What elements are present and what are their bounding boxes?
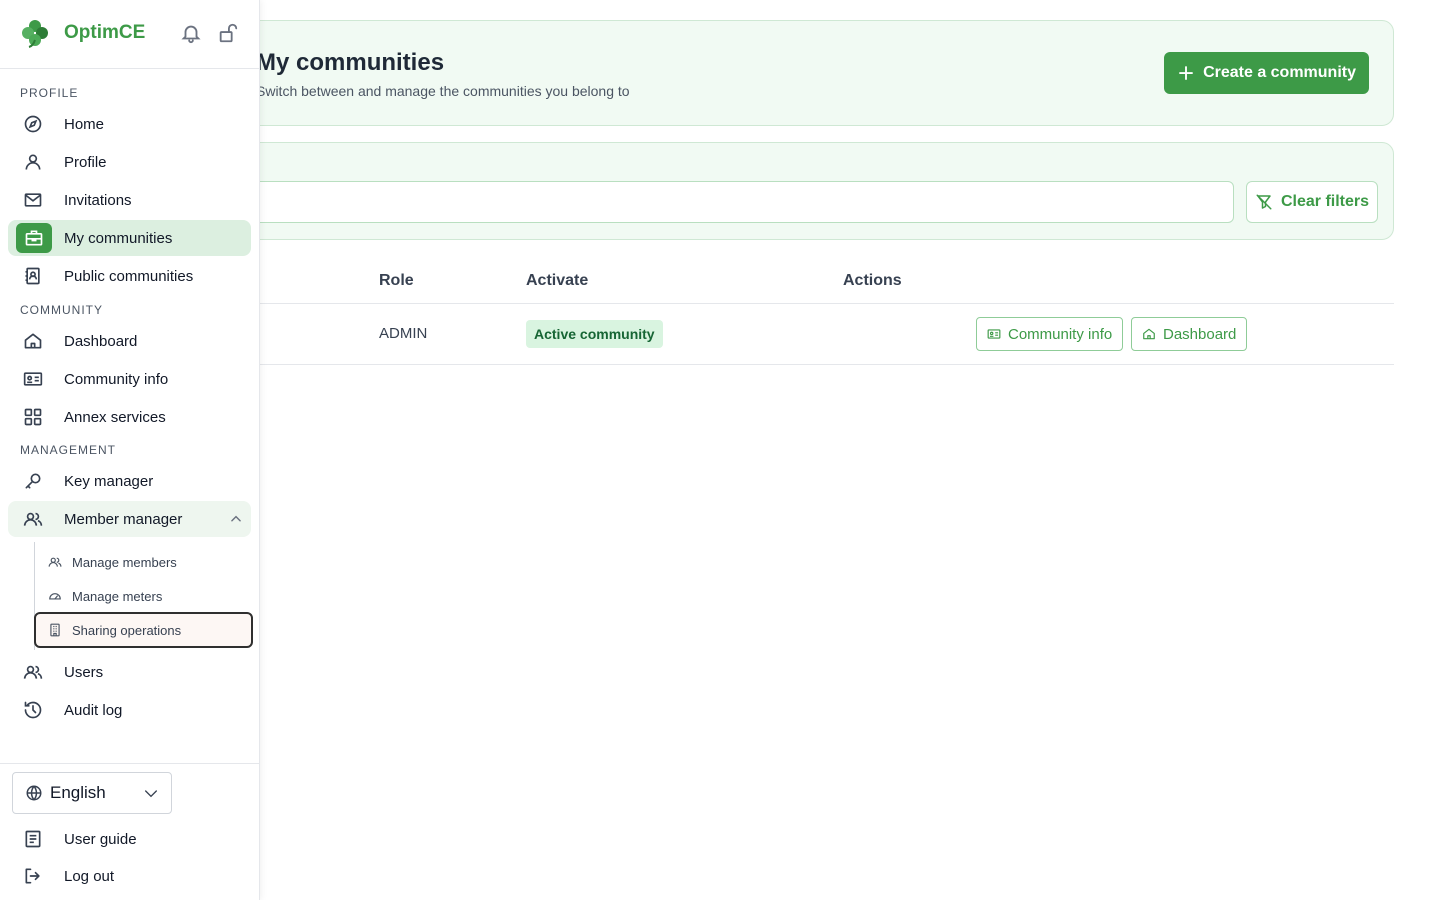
sidebar-subitem-manage-meters[interactable]: Manage meters — [34, 578, 253, 614]
logout-label: Log out — [64, 867, 115, 885]
logout-icon — [23, 866, 43, 886]
gauge-icon — [48, 589, 62, 603]
search-input[interactable] — [217, 181, 1234, 223]
sidebar-item-public-communities[interactable]: Public communities — [8, 258, 251, 294]
sidebar-item-member-manager[interactable]: Member manager — [8, 501, 251, 537]
section-label-management: MANAGEMENT — [20, 443, 117, 457]
sidebar-item-label: Community info — [64, 370, 169, 388]
sidebar-item-invitations[interactable]: Invitations — [8, 182, 251, 218]
briefcase-icon — [24, 228, 44, 248]
users-icon — [48, 555, 62, 569]
history-icon — [23, 700, 43, 720]
sidebar-item-annex-services[interactable]: Annex services — [8, 399, 251, 435]
chevron-down-icon — [143, 787, 159, 801]
create-community-label: Create a community — [1203, 64, 1356, 81]
unlock-icon[interactable] — [217, 22, 239, 44]
column-header-role[interactable]: Role — [379, 272, 414, 290]
book-icon — [23, 829, 43, 849]
clear-filters-label: Clear filters — [1280, 193, 1370, 210]
sidebar-item-audit-log[interactable]: Audit log — [8, 692, 251, 728]
divider — [0, 68, 259, 69]
page-title: My communities — [256, 49, 445, 76]
user-guide-link[interactable]: User guide — [8, 821, 251, 857]
clover-logo-icon — [20, 18, 50, 48]
status-badge: Active community — [526, 320, 663, 348]
user-icon — [23, 152, 43, 172]
sidebar-item-dashboard[interactable]: Dashboard — [8, 323, 251, 359]
home-icon — [23, 331, 43, 351]
page-header-card: My communities Switch between and manage… — [200, 20, 1394, 126]
page-subtitle: Switch between and manage the communitie… — [256, 83, 630, 99]
sidebar: OptimCE PROFILE Home Profile Invitations… — [0, 0, 260, 900]
sidebar-subitem-sharing-operations[interactable]: Sharing operations — [34, 612, 253, 648]
building-icon — [48, 623, 62, 637]
community-info-button[interactable]: Community info — [976, 317, 1124, 351]
dashboard-button[interactable]: Dashboard — [1131, 317, 1248, 351]
users-icon — [23, 662, 43, 682]
sidebar-item-label: Audit log — [64, 701, 123, 719]
id-card-icon — [987, 327, 1001, 341]
chevron-up-icon[interactable] — [229, 512, 243, 526]
column-header-activate[interactable]: Activate — [526, 272, 588, 290]
sidebar-subitem-label: Manage members — [72, 554, 177, 570]
sidebar-item-label: Profile — [64, 153, 107, 171]
sidebar-item-home[interactable]: Home — [8, 106, 251, 142]
sidebar-item-label: Public communities — [64, 267, 194, 285]
user-guide-label: User guide — [64, 830, 137, 848]
create-community-button[interactable]: Create a community — [1164, 52, 1369, 94]
dashboard-label: Dashboard — [1163, 325, 1237, 343]
sidebar-subitem-label: Sharing operations — [72, 622, 182, 638]
grid-icon — [23, 407, 43, 427]
sidebar-item-label: Key manager — [64, 472, 154, 490]
globe-icon — [25, 784, 43, 802]
table-header: Role Activate Actions — [200, 258, 1394, 304]
sidebar-item-key-manager[interactable]: Key manager — [8, 463, 251, 499]
users-icon — [23, 509, 43, 529]
home-icon — [1142, 327, 1156, 341]
communities-table: Role Activate Actions ADMIN Active commu… — [200, 258, 1394, 365]
sidebar-item-users[interactable]: Users — [8, 654, 251, 690]
sidebar-item-label: Home — [64, 115, 105, 133]
community-info-label: Community info — [1008, 325, 1113, 343]
id-card-icon — [23, 369, 43, 389]
column-header-actions: Actions — [843, 272, 902, 289]
bell-icon[interactable] — [180, 22, 202, 44]
sidebar-item-label: Users — [64, 663, 104, 681]
section-label-profile: PROFILE — [20, 86, 79, 100]
key-icon — [23, 471, 43, 491]
sidebar-item-label: Annex services — [64, 408, 166, 426]
sidebar-item-label: Dashboard — [64, 332, 138, 350]
divider — [0, 763, 259, 764]
compass-icon — [23, 114, 43, 134]
brand-name: OptimCE — [64, 22, 146, 43]
language-select[interactable]: English — [12, 772, 172, 814]
sidebar-item-profile[interactable]: Profile — [8, 144, 251, 180]
contact-book-icon — [23, 266, 43, 286]
sidebar-item-label: My communities — [64, 229, 173, 247]
clear-filters-button[interactable]: Clear filters — [1246, 181, 1378, 223]
sidebar-subitem-label: Manage meters — [72, 588, 163, 604]
logout-link[interactable]: Log out — [8, 858, 251, 894]
filter-card: Clear filters — [200, 142, 1394, 240]
mail-icon — [23, 190, 43, 210]
section-label-community: COMMUNITY — [20, 303, 103, 317]
plus-icon — [1177, 64, 1195, 82]
sidebar-item-my-communities[interactable]: My communities — [8, 220, 251, 256]
language-value: English — [50, 783, 106, 802]
table-row: ADMIN Active community Community info Da… — [200, 304, 1394, 365]
brand[interactable]: OptimCE — [20, 18, 145, 48]
filter-off-icon — [1255, 193, 1273, 211]
sidebar-subitem-manage-members[interactable]: Manage members — [34, 544, 253, 580]
sidebar-item-community-info[interactable]: Community info — [8, 361, 251, 397]
sidebar-item-label: Member manager — [64, 510, 183, 528]
role-cell: ADMIN — [379, 325, 428, 342]
sidebar-item-label: Invitations — [64, 191, 132, 209]
